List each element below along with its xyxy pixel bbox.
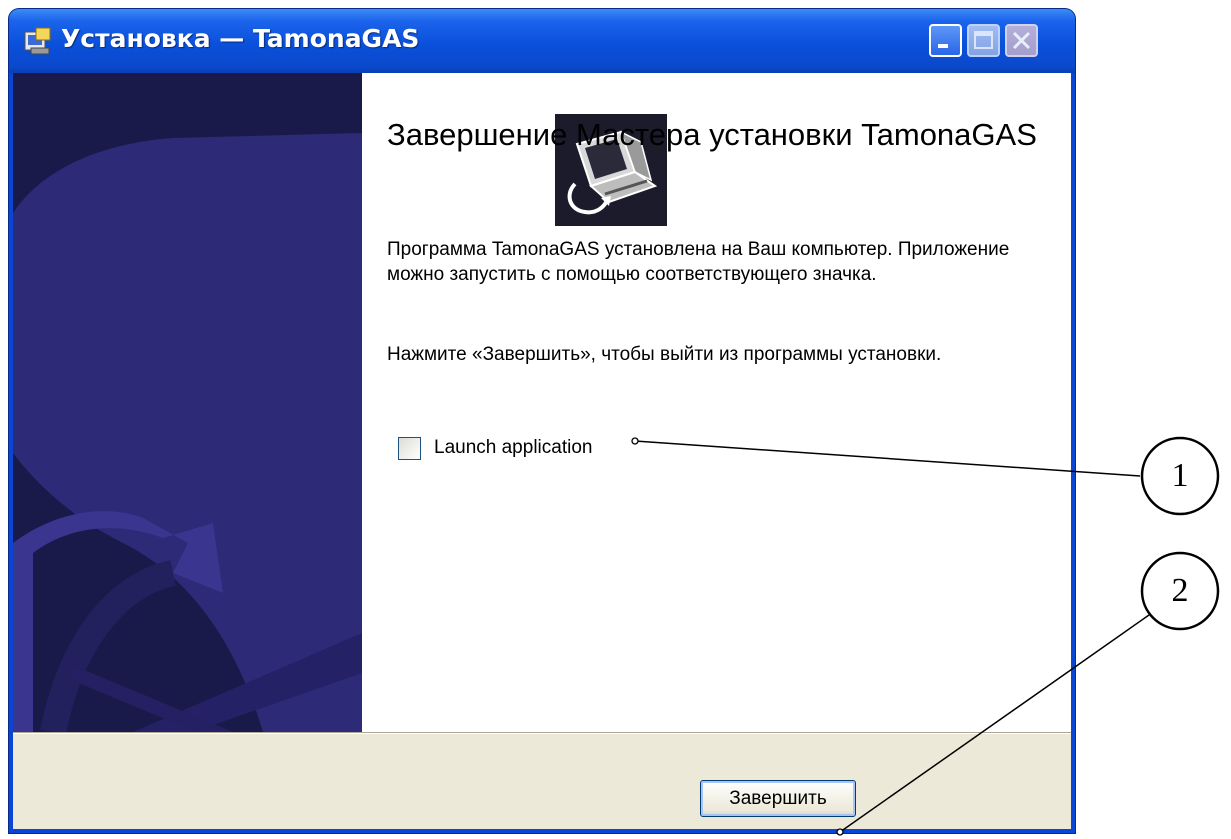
close-button[interactable] (1005, 24, 1038, 57)
launch-application-label[interactable]: Launch application (434, 435, 592, 461)
dialog-client-area: Завершение Мастера установки TamonaGAS П… (13, 73, 1071, 829)
maximize-icon (974, 31, 993, 49)
setup-app-icon (24, 27, 51, 55)
window-title: Установка — TamonaGAS (61, 24, 420, 53)
minimize-icon (938, 44, 948, 48)
finish-instruction-message: Нажмите «Завершить», чтобы выйти из прог… (387, 344, 942, 365)
footer-separator (13, 732, 1071, 734)
wizard-side-banner (13, 73, 362, 732)
wizard-content: Завершение Мастера установки TamonaGAS П… (362, 73, 1071, 732)
wizard-heading: Завершение Мастера установки TamonaGAS (387, 117, 1037, 152)
installer-window: Установка — TamonaGAS Завершение Мастера… (9, 9, 1075, 833)
title-bar[interactable]: Установка — TamonaGAS (9, 9, 1075, 73)
finish-button[interactable]: Завершить (700, 780, 856, 817)
callout-1-number: 1 (1171, 457, 1189, 494)
setup-banner-graphic (13, 73, 362, 732)
minimize-button[interactable] (929, 24, 962, 57)
launch-application-checkbox[interactable] (398, 437, 421, 460)
close-icon (1012, 31, 1031, 50)
maximize-button[interactable] (967, 24, 1000, 57)
callout-2-number: 2 (1171, 572, 1189, 609)
install-complete-message: Программа TamonaGAS установлена на Ваш к… (387, 239, 1010, 285)
